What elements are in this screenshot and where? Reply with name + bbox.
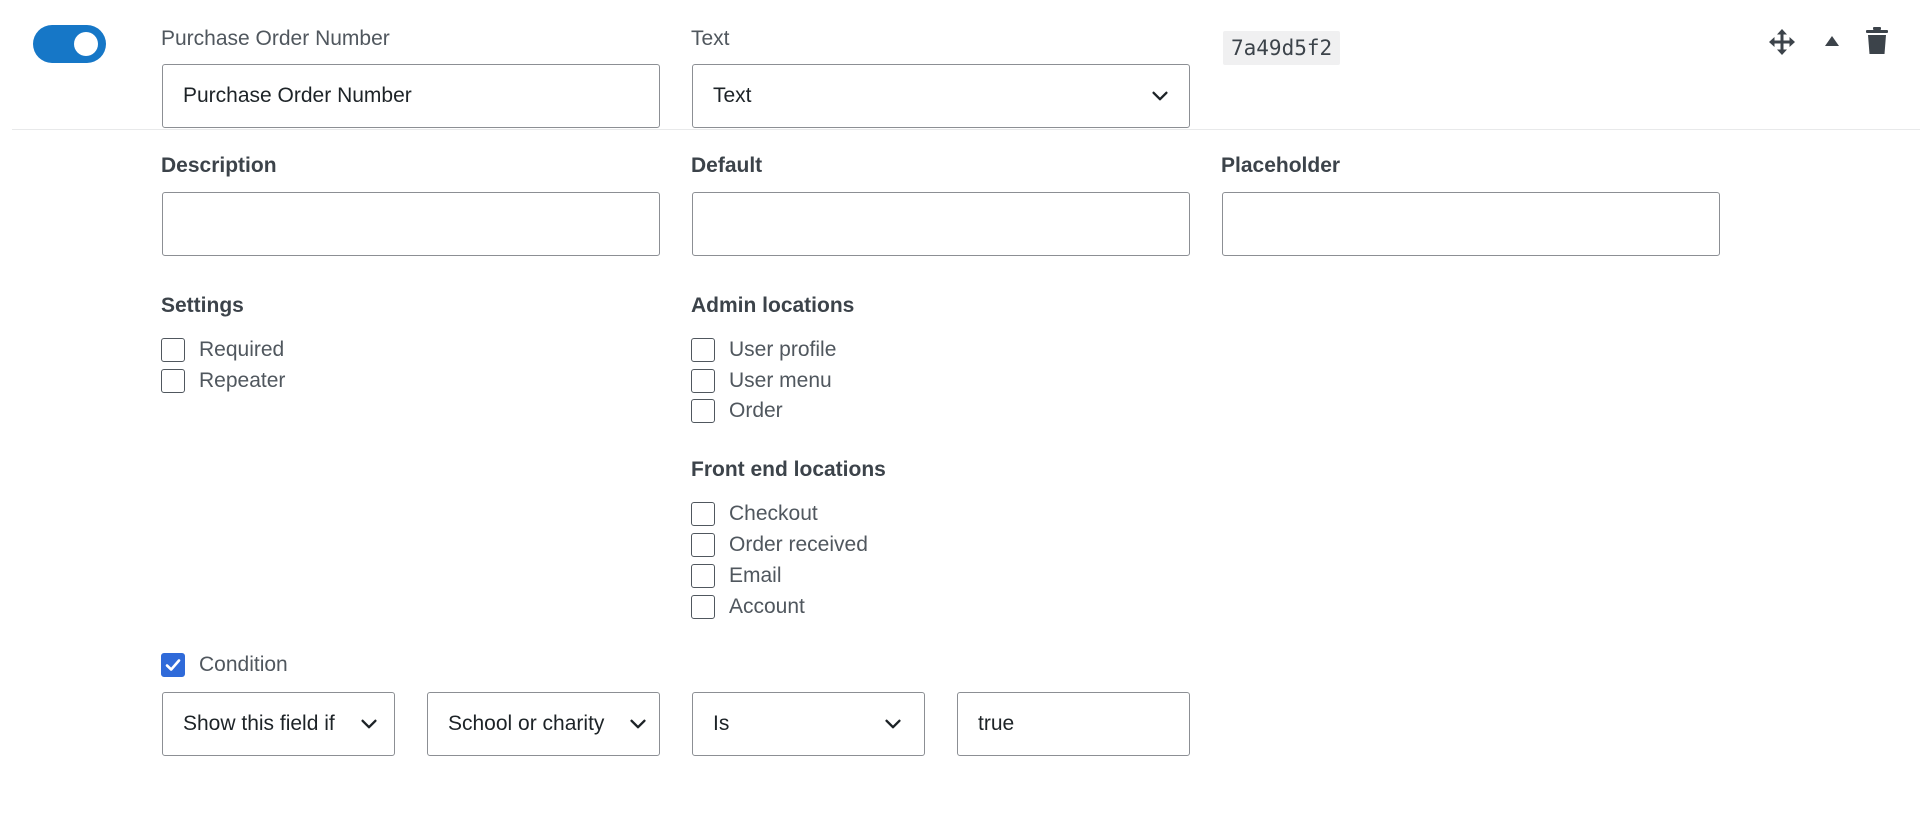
chevron-down-icon <box>885 719 901 729</box>
checkbox-box[interactable] <box>161 338 185 362</box>
header-divider <box>12 129 1920 130</box>
description-label: Description <box>161 154 277 177</box>
checkbox-label: Condition <box>199 653 288 676</box>
condition-field-select[interactable]: School or charity <box>427 692 660 756</box>
toggle-knob <box>74 32 98 56</box>
condition-action-value: Show this field if <box>183 712 335 735</box>
default-input[interactable] <box>692 192 1190 256</box>
settings-title: Settings <box>161 294 244 317</box>
condition-value-input[interactable]: true <box>957 692 1190 756</box>
field-name-label: Purchase Order Number <box>161 27 390 50</box>
chevron-down-icon <box>361 719 377 729</box>
checkbox-label: User menu <box>729 369 832 392</box>
checkbox-label: Order <box>729 399 783 422</box>
field-id-code: 7a49d5f2 <box>1223 31 1341 65</box>
checkbox-box[interactable] <box>691 564 715 588</box>
checkbox-box[interactable] <box>691 399 715 423</box>
checkbox-order[interactable]: Order <box>691 396 783 426</box>
trash-icon[interactable] <box>1864 26 1890 56</box>
field-type-select[interactable]: Text <box>692 64 1190 128</box>
chevron-down-icon <box>1152 91 1168 101</box>
field-type-value: Text <box>713 84 752 107</box>
checkbox-box[interactable] <box>691 502 715 526</box>
checkbox-user-profile[interactable]: User profile <box>691 335 836 365</box>
description-input[interactable] <box>162 192 660 256</box>
checkbox-user-menu[interactable]: User menu <box>691 366 832 396</box>
checkbox-order-received[interactable]: Order received <box>691 530 868 560</box>
placeholder-label: Placeholder <box>1221 154 1341 177</box>
checkbox-box[interactable] <box>691 369 715 393</box>
checkbox-label: Required <box>199 338 285 361</box>
field-enabled-toggle[interactable] <box>33 25 106 63</box>
triangle-up-icon[interactable] <box>1823 32 1841 50</box>
condition-field-value: School or charity <box>448 712 605 735</box>
admin-locations-title: Admin locations <box>691 294 855 317</box>
checkbox-label: Order received <box>729 533 868 556</box>
condition-operator-value: Is <box>713 712 730 735</box>
chevron-down-icon <box>630 719 646 729</box>
checkbox-box[interactable] <box>691 533 715 557</box>
default-label: Default <box>691 154 763 177</box>
checkbox-repeater[interactable]: Repeater <box>161 366 285 396</box>
checkbox-label: User profile <box>729 338 837 361</box>
checkbox-label: Checkout <box>729 502 818 525</box>
checkbox-label: Email <box>729 564 782 587</box>
placeholder-input[interactable] <box>1222 192 1720 256</box>
condition-operator-select[interactable]: Is <box>692 692 925 756</box>
checkbox-box-checked[interactable] <box>161 653 185 677</box>
checkbox-checkout[interactable]: Checkout <box>691 499 818 529</box>
checkbox-account[interactable]: Account <box>691 592 805 622</box>
front-end-locations-title: Front end locations <box>691 458 886 481</box>
checkbox-box[interactable] <box>691 595 715 619</box>
checkbox-label: Account <box>729 595 805 618</box>
move-arrows-icon[interactable] <box>1767 27 1797 57</box>
checkbox-condition[interactable]: Condition <box>161 650 288 680</box>
condition-action-select[interactable]: Show this field if <box>162 692 395 756</box>
checkbox-email[interactable]: Email <box>691 561 782 591</box>
checkbox-required[interactable]: Required <box>161 335 284 365</box>
checkmark-icon <box>165 659 181 671</box>
checkbox-box[interactable] <box>161 369 185 393</box>
field-type-label: Text <box>691 27 730 50</box>
checkbox-label: Repeater <box>199 369 286 392</box>
field-name-input[interactable]: Purchase Order Number <box>162 64 660 128</box>
checkbox-box[interactable] <box>691 338 715 362</box>
